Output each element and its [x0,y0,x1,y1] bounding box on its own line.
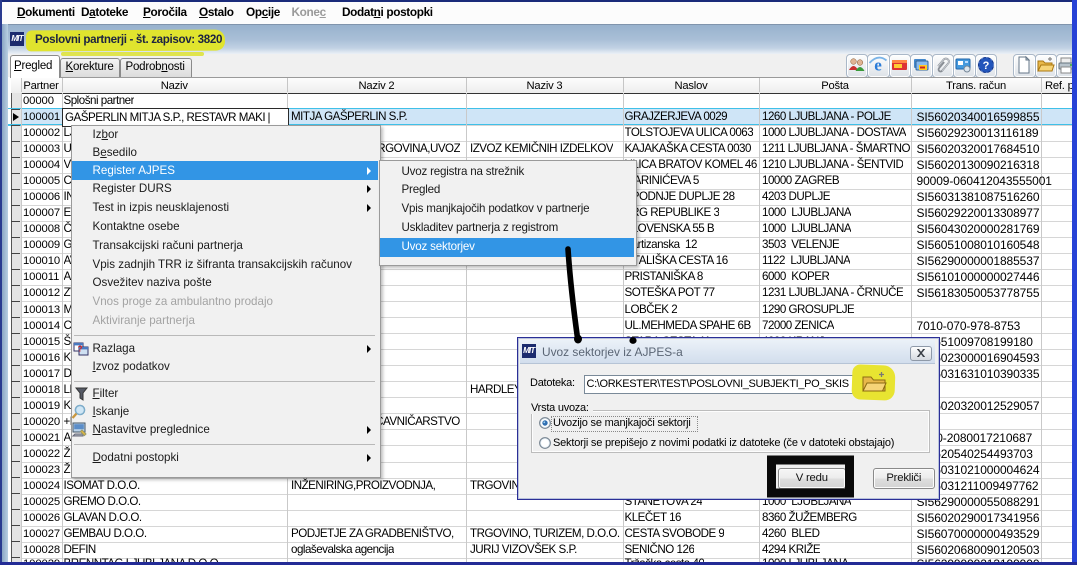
svg-text:?: ? [77,345,82,354]
svg-text:?: ? [982,60,989,72]
